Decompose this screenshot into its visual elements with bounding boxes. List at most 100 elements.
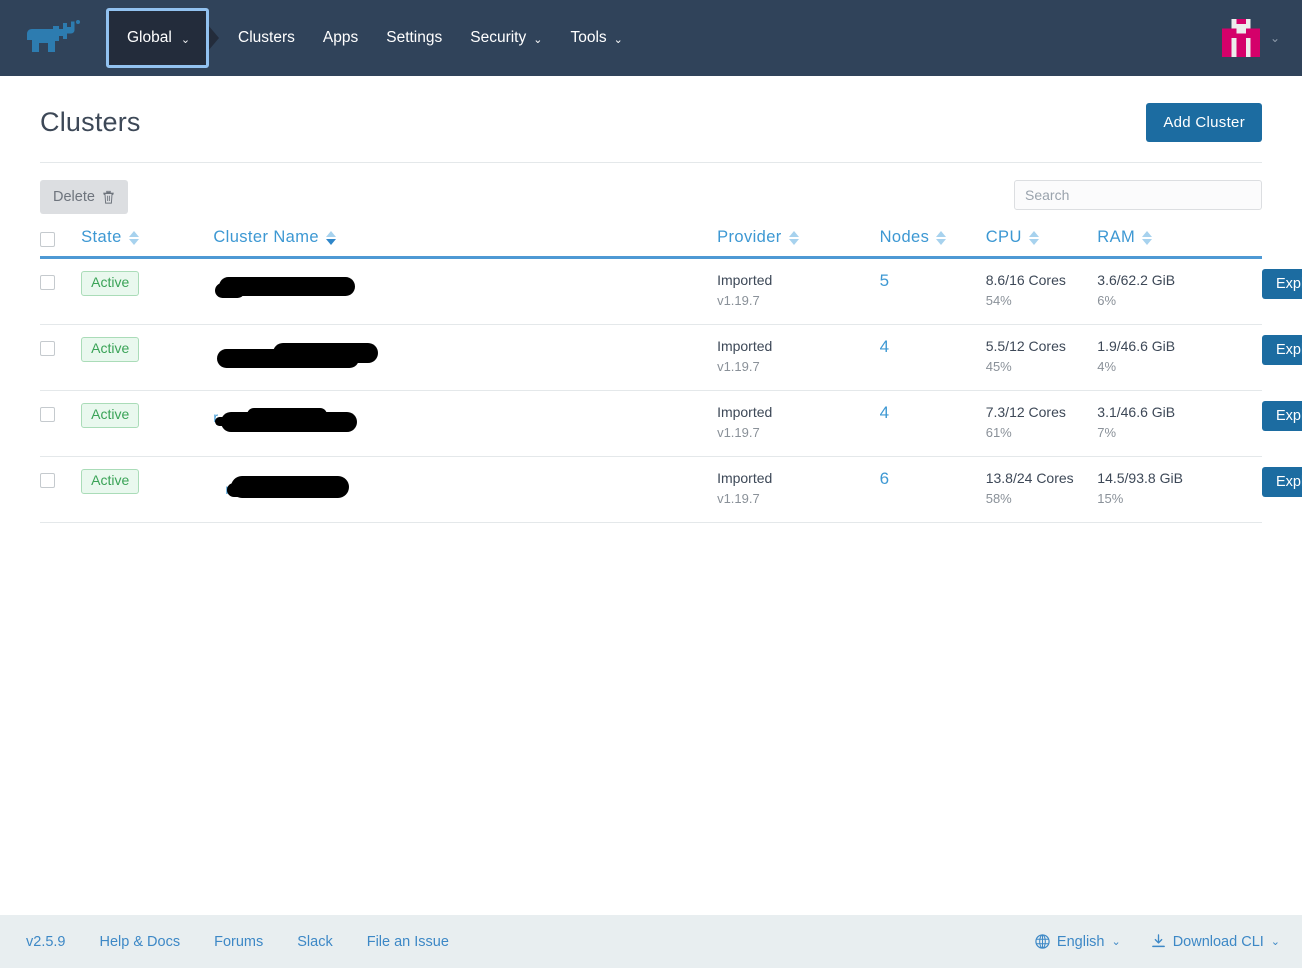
sort-state[interactable]: State [81, 228, 139, 247]
row-cpu-cell: 13.8/24 Cores 58% [985, 456, 1098, 523]
nav-item-tools[interactable]: Tools ⌄ [556, 19, 636, 57]
nav-item-clusters[interactable]: Clusters [224, 19, 309, 57]
search-input[interactable] [1014, 180, 1262, 210]
column-header-ram: RAM [1097, 222, 1262, 259]
footer-version[interactable]: v2.5.9 [26, 934, 66, 950]
ram-usage: 3.1/46.6 GiB [1097, 404, 1176, 420]
page-title: Clusters [40, 107, 141, 137]
table-row[interactable]: Active r Imported v1.19.7 6 [40, 456, 1302, 523]
provider-version: v1.19.7 [717, 292, 760, 308]
footer-link-help-and-docs[interactable]: Help & Docs [100, 934, 181, 950]
sort-icon [788, 230, 799, 245]
ram-percent: 6% [1097, 292, 1117, 308]
cluster-name-redacted[interactable] [213, 337, 717, 377]
column-label: State [81, 228, 122, 246]
table-row[interactable]: Active Imported v1.19.7 4 5.5/12 Cores 4… [40, 324, 1302, 391]
sort-nodes[interactable]: Nodes [880, 228, 947, 247]
download-cli-button[interactable]: Download CLI ⌄ [1151, 934, 1280, 950]
row-nodes-cell: 4 [879, 390, 986, 457]
row-ram-cell: 3.6/62.2 GiB 6% [1097, 257, 1262, 325]
explorer-button[interactable]: Explorer [1262, 335, 1302, 365]
sort-cpu[interactable]: CPU [986, 228, 1039, 247]
column-label: CPU [985, 228, 1022, 246]
nav-item-label: Apps [322, 29, 359, 46]
nodes-count-link[interactable]: 4 [880, 337, 889, 356]
row-checkbox[interactable] [40, 275, 55, 290]
row-checkbox[interactable] [40, 473, 55, 488]
sort-icon [128, 230, 139, 245]
chevron-down-icon: ⌄ [533, 33, 543, 46]
footer-link-file-an-issue[interactable]: File an Issue [367, 934, 449, 950]
nav-item-security[interactable]: Security ⌄ [456, 19, 556, 57]
clusters-table: State Cluster Name Provider Nodes CPU RA… [40, 222, 1302, 523]
global-context-selector[interactable]: Global ⌄ [106, 8, 210, 68]
cpu-usage: 13.8/24 Cores [985, 470, 1074, 486]
nodes-count-link[interactable]: 6 [880, 469, 889, 488]
sort-icon-active [325, 230, 336, 245]
row-name-cell: r [213, 390, 718, 457]
chevron-down-icon: ⌄ [180, 33, 191, 46]
select-all-checkbox[interactable] [40, 232, 55, 247]
footer-links: v2.5.9 Help & Docs Forums Slack File an … [26, 934, 449, 950]
delete-button[interactable]: Delete [40, 180, 128, 214]
nodes-count-link[interactable]: 4 [880, 403, 889, 422]
table-row[interactable]: Active Imported v1.19.7 5 8.6/16 Cores 5… [40, 257, 1302, 325]
row-name-cell [213, 257, 718, 325]
page-header: Clusters Add Cluster [40, 76, 1262, 163]
row-checkbox[interactable] [40, 407, 55, 422]
row-checkbox[interactable] [40, 341, 55, 356]
column-header-cluster-name: Cluster Name [213, 222, 718, 259]
row-ram-cell: 14.5/93.8 GiB 15% [1097, 456, 1262, 523]
row-state-cell: Active [81, 390, 214, 457]
cluster-name-redacted[interactable] [213, 271, 717, 311]
row-ram-cell: 3.1/46.6 GiB 7% [1097, 390, 1262, 457]
sort-provider[interactable]: Provider [717, 228, 799, 247]
ram-percent: 15% [1097, 490, 1124, 506]
add-cluster-button[interactable]: Add Cluster [1146, 103, 1262, 142]
nav-item-settings[interactable]: Settings [372, 19, 456, 57]
provider-name: Imported [717, 338, 773, 354]
explorer-button[interactable]: Explorer [1262, 467, 1302, 497]
row-state-cell: Active [81, 324, 214, 391]
provider-version: v1.19.7 [717, 358, 760, 374]
column-label: Cluster Name [213, 228, 319, 246]
trash-icon [103, 190, 114, 204]
table-toolbar: Delete [40, 180, 1262, 214]
sort-icon [1142, 230, 1153, 245]
cluster-name-redacted[interactable]: r [213, 469, 717, 509]
sort-icon [1028, 230, 1039, 245]
ram-percent: 4% [1097, 358, 1117, 374]
chevron-down-icon: ⌄ [1270, 936, 1280, 948]
row-provider-cell: Imported v1.19.7 [717, 390, 880, 457]
cluster-name-redacted[interactable]: r [213, 403, 717, 443]
nav-item-apps[interactable]: Apps [309, 19, 372, 57]
nodes-count-link[interactable]: 5 [880, 271, 889, 290]
sort-cluster-name[interactable]: Cluster Name [213, 228, 336, 247]
cpu-usage: 8.6/16 Cores [985, 272, 1066, 288]
row-cpu-cell: 8.6/16 Cores 54% [985, 257, 1098, 325]
status-badge: Active [81, 403, 140, 428]
ram-percent: 7% [1097, 424, 1117, 440]
table-row[interactable]: Active r Imported v1.19.7 4 7.3/12 Cores… [40, 390, 1302, 457]
row-provider-cell: Imported v1.19.7 [717, 456, 880, 523]
row-nodes-cell: 5 [879, 257, 986, 325]
page-footer: v2.5.9 Help & Docs Forums Slack File an … [0, 915, 1302, 968]
row-name-cell [213, 324, 718, 391]
global-context-selector-wrap: Global ⌄ [106, 8, 220, 68]
row-provider-cell: Imported v1.19.7 [717, 324, 880, 391]
column-header-cpu: CPU [985, 222, 1098, 259]
provider-name: Imported [717, 404, 773, 420]
explorer-button[interactable]: Explorer [1262, 269, 1302, 299]
row-select-cell [40, 324, 82, 391]
nav-item-label: Security [470, 29, 527, 46]
footer-link-forums[interactable]: Forums [214, 934, 263, 950]
chevron-down-icon: ⌄ [1111, 936, 1121, 948]
rancher-cow-logo-icon[interactable] [22, 17, 88, 59]
footer-link-slack[interactable]: Slack [297, 934, 332, 950]
globe-icon [1035, 934, 1050, 949]
explorer-button[interactable]: Explorer [1262, 401, 1302, 431]
language-selector[interactable]: English ⌄ [1035, 934, 1121, 950]
user-menu[interactable]: ⌄ [1221, 19, 1280, 57]
chevron-down-icon: ⌄ [1269, 31, 1280, 45]
sort-ram[interactable]: RAM [1097, 228, 1153, 247]
